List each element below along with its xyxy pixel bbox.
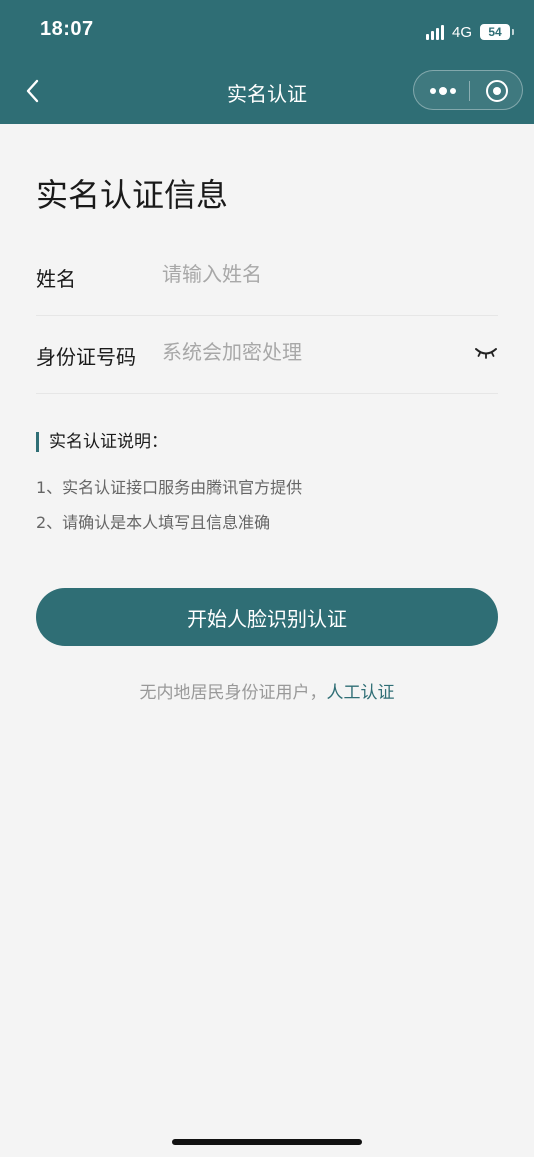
- name-label: 姓名: [36, 267, 76, 291]
- manual-verification-link[interactable]: 人工认证: [327, 683, 395, 703]
- network-type: 4G: [451, 23, 472, 41]
- visibility-toggle[interactable]: [474, 344, 498, 362]
- notes-title: 实名认证说明：: [36, 432, 168, 452]
- close-miniprogram-button[interactable]: [470, 71, 524, 111]
- miniprogram-capsule: [413, 70, 523, 110]
- battery-level: 54: [488, 25, 502, 39]
- home-indicator: [172, 1139, 362, 1145]
- name-field-row: 姓名: [36, 238, 498, 316]
- id-number-input[interactable]: [162, 332, 462, 372]
- name-input[interactable]: [162, 254, 462, 294]
- id-number-label: 身份证号码: [36, 345, 136, 369]
- status-time: 18:07: [40, 18, 94, 40]
- note-item: 1、实名认证接口服务由腾讯官方提供: [36, 478, 303, 497]
- target-dot-icon: [493, 87, 501, 95]
- more-dot-icon: [439, 87, 447, 95]
- page-title: 实名认证信息: [36, 176, 229, 214]
- more-dot-icon: [450, 88, 456, 94]
- signal-icon: [425, 24, 444, 40]
- start-face-verification-button[interactable]: 开始人脸识别认证: [36, 588, 498, 646]
- more-dot-icon: [430, 88, 436, 94]
- id-field-row: 身份证号码: [36, 316, 498, 394]
- eye-closed-icon: [475, 348, 497, 359]
- more-button[interactable]: [414, 71, 469, 111]
- footer-text: 无内地居民身份证用户，: [139, 683, 327, 703]
- battery-icon: 54: [480, 24, 514, 40]
- note-item: 2、请确认是本人填写且信息准确: [36, 513, 271, 532]
- manual-verification-hint: 无内地居民身份证用户，人工认证: [0, 678, 534, 703]
- app-header: 18:07 4G 54 实名认证: [0, 0, 534, 124]
- status-indicators: 4G 54: [425, 20, 514, 44]
